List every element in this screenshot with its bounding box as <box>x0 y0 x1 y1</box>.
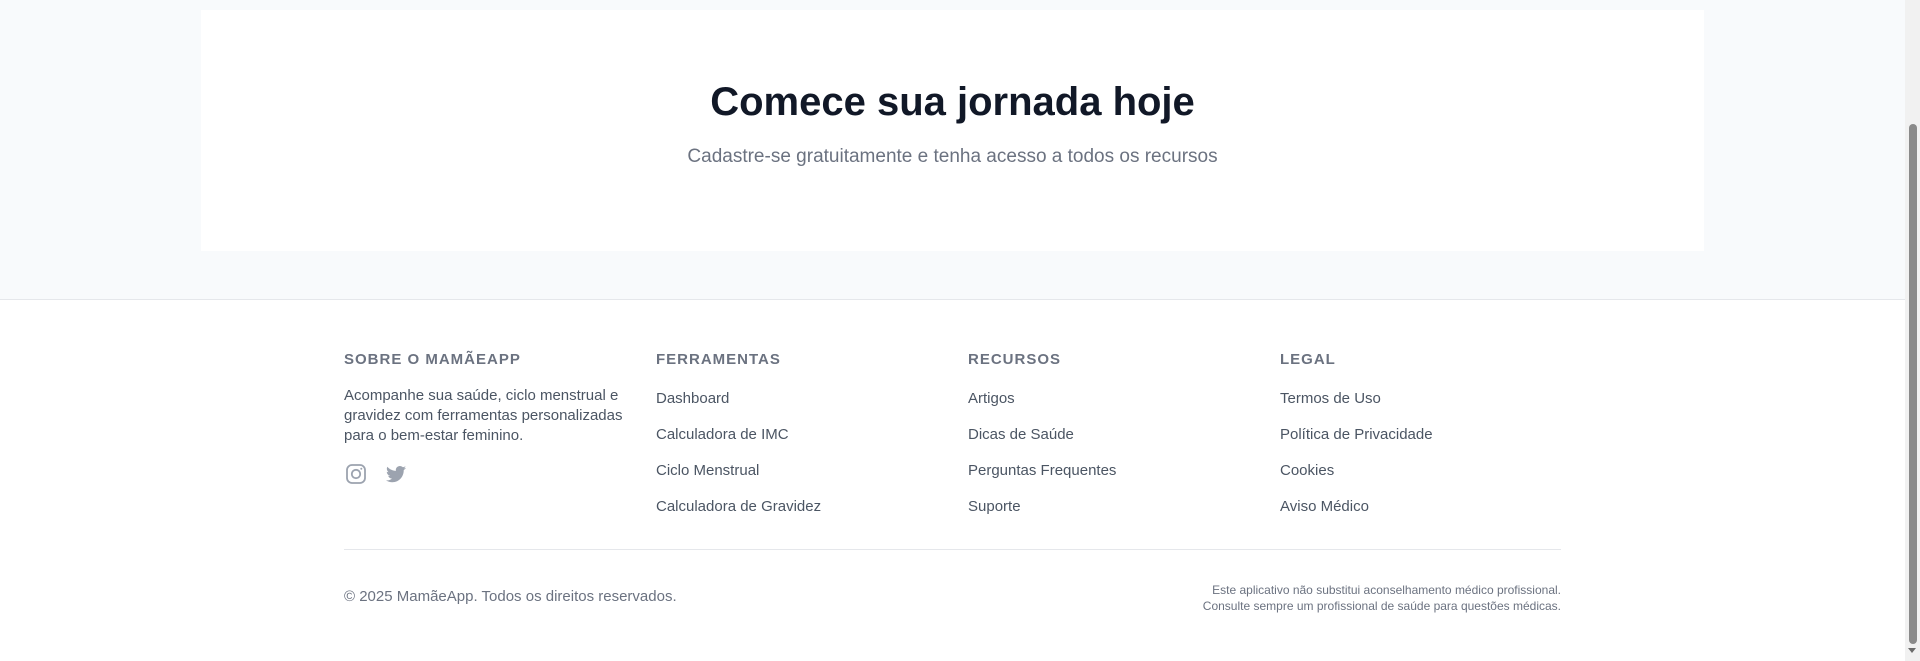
link-item: Perguntas Frequentes <box>968 460 1258 496</box>
resources-links: Artigos Dicas de Saúde Perguntas Frequen… <box>968 388 1258 532</box>
link-item: Dashboard <box>656 388 946 424</box>
link-item: Cookies <box>1280 460 1570 496</box>
link-suporte[interactable]: Suporte <box>968 498 1021 515</box>
link-ciclo-menstrual[interactable]: Ciclo Menstrual <box>656 462 759 479</box>
footer-col-resources: RECURSOS Artigos Dicas de Saúde Pergunta… <box>968 350 1258 532</box>
footer-divider <box>344 549 1561 550</box>
cta-title: Comece sua jornada hoje <box>710 80 1195 124</box>
link-dashboard[interactable]: Dashboard <box>656 390 729 407</box>
vertical-scrollbar[interactable] <box>1905 0 1920 661</box>
link-aviso-medico[interactable]: Aviso Médico <box>1280 498 1369 515</box>
link-item: Ciclo Menstrual <box>656 460 946 496</box>
copyright-text: © 2025 MamãeApp. Todos os direitos reser… <box>344 588 677 605</box>
link-artigos[interactable]: Artigos <box>968 390 1015 407</box>
footer: SOBRE O MAMÃEAPP Acompanhe sua saúde, ci… <box>0 299 1905 661</box>
footer-col-about: SOBRE O MAMÃEAPP Acompanhe sua saúde, ci… <box>344 350 634 486</box>
link-item: Calculadora de IMC <box>656 424 946 460</box>
link-termos-uso[interactable]: Termos de Uso <box>1280 390 1381 407</box>
scrollbar-thumb[interactable] <box>1909 124 1917 644</box>
link-calculadora-imc[interactable]: Calculadora de IMC <box>656 426 789 443</box>
footer-col-legal: LEGAL Termos de Uso Política de Privacid… <box>1280 350 1570 532</box>
cta-card: Comece sua jornada hoje Cadastre-se grat… <box>201 10 1704 251</box>
medical-disclaimer: Este aplicativo não substitui aconselham… <box>1203 582 1561 614</box>
instagram-icon[interactable] <box>344 462 368 486</box>
twitter-icon[interactable] <box>384 462 408 486</box>
link-item: Termos de Uso <box>1280 388 1570 424</box>
about-heading: SOBRE O MAMÃEAPP <box>344 351 521 368</box>
resources-heading: RECURSOS <box>968 351 1062 368</box>
link-politica-privacidade[interactable]: Política de Privacidade <box>1280 426 1433 443</box>
footer-col-tools: FERRAMENTAS Dashboard Calculadora de IMC… <box>656 350 946 532</box>
disclaimer-line-2: Consulte sempre um profissional de saúde… <box>1202 599 1561 613</box>
tools-links: Dashboard Calculadora de IMC Ciclo Menst… <box>656 388 946 532</box>
legal-heading: LEGAL <box>1280 351 1336 368</box>
footer-columns: SOBRE O MAMÃEAPP Acompanhe sua saúde, ci… <box>344 350 1561 530</box>
link-item: Calculadora de Gravidez <box>656 496 946 532</box>
cta-section: Comece sua jornada hoje Cadastre-se grat… <box>0 0 1905 299</box>
link-item: Aviso Médico <box>1280 496 1570 532</box>
link-item: Política de Privacidade <box>1280 424 1570 460</box>
page: Comece sua jornada hoje Cadastre-se grat… <box>0 0 1920 661</box>
link-cookies[interactable]: Cookies <box>1280 462 1334 479</box>
legal-links: Termos de Uso Política de Privacidade Co… <box>1280 388 1570 532</box>
cta-subtitle: Cadastre-se gratuitamente e tenha acesso… <box>687 146 1218 167</box>
link-calculadora-gravidez[interactable]: Calculadora de Gravidez <box>656 498 821 515</box>
link-item: Artigos <box>968 388 1258 424</box>
link-dicas-saude[interactable]: Dicas de Saúde <box>968 426 1074 443</box>
social-links <box>344 462 634 486</box>
link-perguntas-frequentes[interactable]: Perguntas Frequentes <box>968 462 1116 479</box>
disclaimer-line-1: Este aplicativo não substitui aconselham… <box>1212 583 1561 597</box>
link-item: Suporte <box>968 496 1258 532</box>
about-text: Acompanhe sua saúde, ciclo menstrual e g… <box>344 387 623 444</box>
link-item: Dicas de Saúde <box>968 424 1258 460</box>
scroll-down-arrow-icon[interactable] <box>1908 648 1916 653</box>
tools-heading: FERRAMENTAS <box>656 351 781 368</box>
